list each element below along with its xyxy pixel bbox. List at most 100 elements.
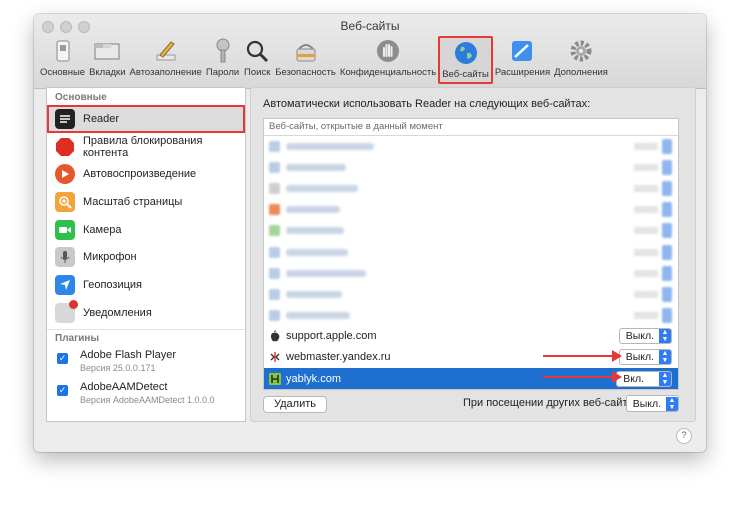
- other-sites-label: При посещении других веб-сайтов:: [463, 397, 643, 409]
- camera-icon: [55, 219, 75, 240]
- sidebar-item-page-zoom[interactable]: Масштаб страницы: [47, 188, 245, 216]
- tabs-icon: [93, 37, 121, 65]
- tab-extensions[interactable]: Расширения: [493, 36, 552, 84]
- select-value: Выкл.: [625, 330, 654, 343]
- reader-icon: [55, 108, 75, 129]
- panel-heading: Автоматически использовать Reader на сле…: [263, 98, 591, 110]
- tab-websites[interactable]: Веб-сайты: [438, 36, 493, 84]
- table-row-blurred[interactable]: [264, 136, 678, 157]
- sidebar-item-reader[interactable]: Reader: [47, 105, 245, 133]
- checkbox-checked-icon[interactable]: ✓: [57, 384, 68, 396]
- sidebar-item-location[interactable]: Геопозиция: [47, 271, 245, 299]
- tab-search[interactable]: Поиск: [241, 36, 273, 84]
- tab-label: Безопасность: [275, 67, 336, 78]
- table-row-blurred[interactable]: [264, 305, 678, 326]
- yandex-webmaster-icon: [269, 351, 281, 363]
- plugin-name: AdobeAAMDetect: [80, 380, 168, 393]
- table-header: Веб-сайты, открытые в данный момент: [264, 119, 678, 136]
- tab-label: Конфиденциальность: [339, 67, 437, 78]
- tab-label: Поиск: [244, 67, 271, 78]
- location-icon: [55, 274, 75, 295]
- reader-setting-select[interactable]: Выкл. ▲ ▼: [618, 349, 672, 366]
- tab-label: Основные: [40, 67, 86, 78]
- tab-advanced[interactable]: Дополнения: [552, 36, 610, 84]
- select-value: Вкл.: [623, 372, 644, 385]
- badge-dot: [69, 299, 78, 309]
- section-heading-main: Основные: [55, 92, 107, 103]
- plugin-item-flash[interactable]: ✓ Adobe Flash Player Версия 25.0.0.171: [47, 349, 245, 381]
- help-button[interactable]: ?: [676, 428, 692, 444]
- table-row-blurred[interactable]: [264, 157, 678, 178]
- tab-autofill[interactable]: Автозаполнение: [128, 36, 204, 84]
- reader-setting-select[interactable]: Вкл. ▲ ▼: [616, 370, 672, 387]
- sidebar-item-content-blockers[interactable]: Правила блокирования контента: [47, 133, 245, 161]
- site-name: support.apple.com: [286, 330, 377, 343]
- gear-icon: [567, 37, 595, 65]
- table-row-blurred[interactable]: [264, 284, 678, 305]
- other-sites-select[interactable]: Выкл. ▲ ▼: [625, 395, 679, 412]
- chevron-updown-icon: ▲ ▼: [659, 371, 671, 386]
- table-row-blurred[interactable]: [264, 199, 678, 220]
- pencil-icon: [152, 37, 180, 65]
- tab-label: Вкладки: [89, 67, 126, 78]
- puzzle-icon: [508, 37, 536, 65]
- checkbox-checked-icon[interactable]: ✓: [57, 352, 68, 364]
- yablyk-icon: [269, 372, 281, 385]
- table-row-blurred[interactable]: [264, 178, 678, 199]
- sidebar-item-autoplay[interactable]: Автовоспроизведение: [47, 160, 245, 188]
- plugin-item-aamdetect[interactable]: ✓ AdobeAAMDetect Версия AdobeAAMDetect 1…: [47, 381, 245, 413]
- play-icon: [55, 164, 75, 185]
- table-row-blurred[interactable]: [264, 241, 678, 262]
- site-name: webmaster.yandex.ru: [286, 351, 391, 364]
- settings-sidebar: Основные Reader Правила блокирования кон…: [46, 87, 246, 422]
- tab-tabs[interactable]: Вкладки: [87, 36, 127, 84]
- tab-label: Веб-сайты: [442, 69, 489, 80]
- tab-label: Дополнения: [554, 67, 608, 78]
- lock-icon: [292, 37, 320, 65]
- remove-button[interactable]: Удалить: [263, 396, 327, 413]
- websites-panel: Автоматически использовать Reader на сле…: [250, 87, 696, 422]
- plugin-version: Версия AdobeAAMDetect 1.0.0.0: [80, 394, 215, 405]
- table-row-blurred[interactable]: [264, 220, 678, 241]
- stop-icon: [55, 137, 75, 157]
- reader-setting-select[interactable]: Выкл. ▲ ▼: [618, 328, 672, 345]
- sidebar-item-label: Камера: [83, 223, 122, 236]
- window-title: Веб-сайты: [340, 19, 400, 33]
- annotation-arrow: [543, 371, 622, 383]
- chevron-updown-icon: ▲ ▼: [666, 396, 678, 411]
- magnifier-icon: [243, 37, 271, 65]
- table-row-blurred[interactable]: [264, 263, 678, 284]
- key-icon: [209, 37, 237, 65]
- tab-general[interactable]: Основные: [38, 36, 87, 84]
- plugin-version: Версия 25.0.0.171: [80, 362, 156, 373]
- tab-label: Автозаполнение: [129, 67, 202, 78]
- preferences-window: Веб-сайты Основные Вкладки Автозаполнени…: [34, 14, 706, 452]
- sidebar-item-camera[interactable]: Камера: [47, 216, 245, 244]
- plugin-name: Adobe Flash Player: [80, 348, 176, 361]
- select-value: Выкл.: [625, 351, 654, 364]
- sidebar-item-label: Геопозиция: [83, 278, 142, 291]
- sidebar-item-label: Reader: [83, 112, 120, 125]
- table-row-support-apple[interactable]: support.apple.com Выкл. ▲ ▼: [264, 326, 678, 347]
- switch-icon: [49, 37, 77, 65]
- globe-icon: [452, 39, 480, 67]
- tab-security[interactable]: Безопасность: [273, 36, 338, 84]
- sidebar-item-label: Масштаб страницы: [83, 195, 183, 208]
- apple-icon: [269, 330, 281, 342]
- title-bar: Веб-сайты Основные Вкладки Автозаполнени…: [34, 14, 706, 89]
- sidebar-item-label: Микрофон: [83, 251, 137, 264]
- hand-icon: [374, 37, 402, 65]
- sidebar-item-label: Правила блокирования контента: [83, 134, 203, 159]
- select-value: Выкл.: [632, 397, 661, 410]
- tab-label: Расширения: [494, 67, 551, 78]
- sidebar-item-label: Уведомления: [83, 306, 152, 319]
- annotation-arrow: [543, 350, 622, 362]
- notifications-icon: [55, 299, 78, 323]
- microphone-icon: [55, 247, 75, 268]
- sidebar-item-microphone[interactable]: Микрофон: [47, 243, 245, 271]
- tab-privacy[interactable]: Конфиденциальность: [338, 36, 438, 84]
- tab-passwords[interactable]: Пароли: [204, 36, 241, 84]
- zoom-icon: [55, 191, 75, 212]
- sidebar-item-notifications[interactable]: Уведомления: [47, 299, 245, 327]
- chevron-updown-icon: ▲ ▼: [659, 329, 671, 344]
